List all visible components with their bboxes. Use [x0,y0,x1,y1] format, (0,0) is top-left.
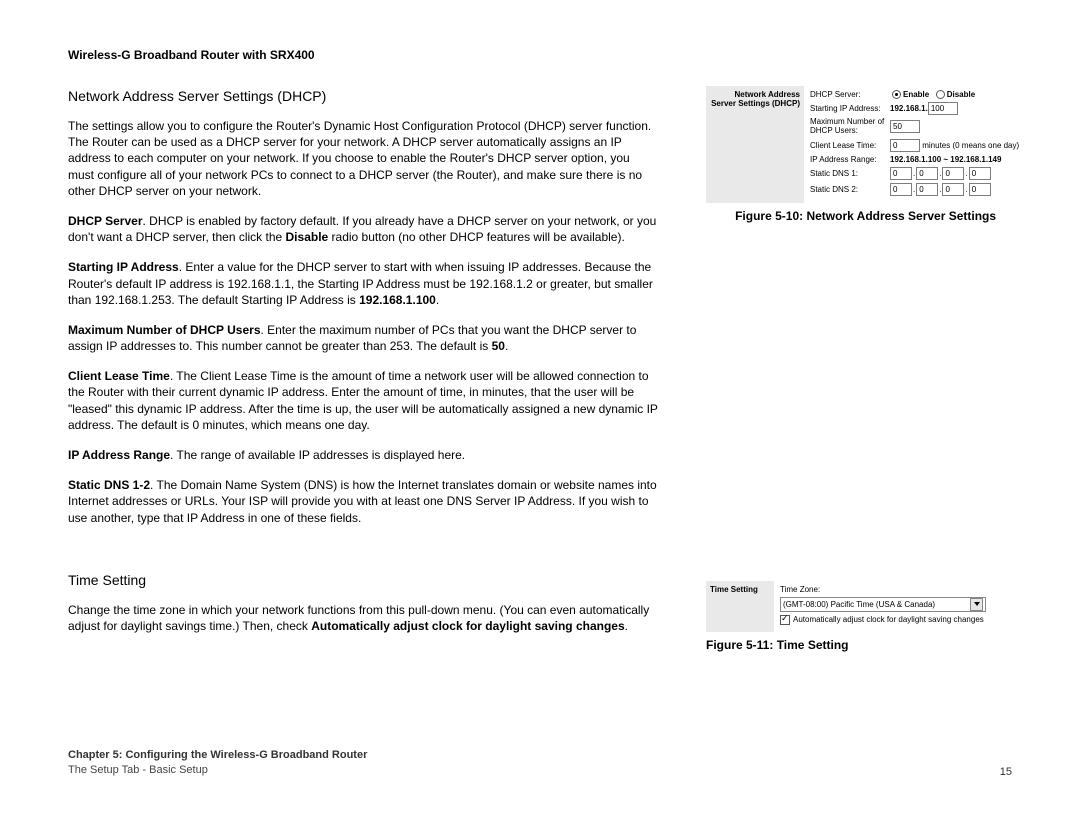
lease-input[interactable]: 0 [890,139,920,152]
starting-ip-label: Starting IP Address [68,260,179,274]
text: radio button (no other DHCP features wil… [328,230,625,244]
starting-ip-paragraph: Starting IP Address. Enter a value for t… [68,259,658,308]
page-number: 15 [1000,766,1012,778]
start-ip-input[interactable]: 100 [928,102,958,115]
page-header: Wireless-G Broadband Router with SRX400 [68,48,1012,62]
lease-time-paragraph: Client Lease Time. The Client Lease Time… [68,368,658,433]
auto-adjust-phrase: Automatically adjust clock for daylight … [311,619,624,633]
dhcp-server-row-label: DHCP Server: [810,90,890,99]
dns1-row-label: Static DNS 1: [810,169,890,178]
text: . [436,293,439,307]
figure-5-11: Time Setting Time Zone: (GMT-08:00) Paci… [706,581,1025,652]
max-users-row-label: Maximum Number ofDHCP Users: [810,118,890,136]
auto-adjust-label: Automatically adjust clock for daylight … [793,615,984,624]
text: . The range of available IP addresses is… [170,448,465,462]
time-setting-paragraph: Change the time zone in which your netwo… [68,602,658,634]
footer-subtitle: The Setup Tab - Basic Setup [68,763,367,778]
disable-word: Disable [286,230,329,244]
max-users-label: Maximum Number of DHCP Users [68,323,261,337]
tz-row-label: Time Zone: [780,585,820,594]
section-title-dhcp: Network Address Server Settings (DHCP) [68,88,658,104]
figure-5-11-caption: Figure 5-11: Time Setting [706,638,1025,652]
dhcp-server-paragraph: DHCP Server. DHCP is enabled by factory … [68,213,658,245]
max-users-paragraph: Maximum Number of DHCP Users. Enter the … [68,322,658,354]
chevron-down-icon [970,598,983,611]
static-dns-paragraph: Static DNS 1-2. The Domain Name System (… [68,477,658,526]
max-users-default: 50 [492,339,505,353]
disable-label: Disable [947,90,975,99]
figure-5-10: Network Address Server Settings (DHCP) D… [706,86,1025,223]
panel2-label: Time Setting [706,581,774,632]
dns1-oct1[interactable]: 0 [890,167,912,180]
max-users-input[interactable]: 50 [890,120,920,133]
start-ip-row-label: Starting IP Address: [810,104,890,113]
footer-chapter: Chapter 5: Configuring the Wireless-G Br… [68,748,367,763]
timezone-value: (GMT-08:00) Pacific Time (USA & Canada) [783,598,935,611]
lease-suffix: minutes (0 means one day) [922,141,1019,150]
auto-adjust-checkbox[interactable] [780,615,790,625]
enable-radio[interactable] [892,90,901,99]
dns2-row-label: Static DNS 2: [810,185,890,194]
dns2-oct1[interactable]: 0 [890,183,912,196]
dns2-oct4[interactable]: 0 [969,183,991,196]
disable-radio[interactable] [936,90,945,99]
dns2-oct2[interactable]: 0 [916,183,938,196]
starting-ip-default: 192.168.1.100 [359,293,436,307]
dns1-oct2[interactable]: 0 [916,167,938,180]
enable-label: Enable [903,90,929,99]
dns1-oct4[interactable]: 0 [969,167,991,180]
panel-label: Network Address Server Settings (DHCP) [706,86,804,203]
dns2-oct3[interactable]: 0 [942,183,964,196]
range-row-label: IP Address Range: [810,155,890,164]
section-title-time: Time Setting [68,572,658,588]
dns1-oct3[interactable]: 0 [942,167,964,180]
text: . [505,339,508,353]
text: . The Domain Name System (DNS) is how th… [68,478,657,524]
static-dns-label: Static DNS 1-2 [68,478,150,492]
intro-paragraph: The settings allow you to configure the … [68,118,658,199]
ip-range-paragraph: IP Address Range. The range of available… [68,447,658,463]
lease-time-label: Client Lease Time [68,369,170,383]
lease-row-label: Client Lease Time: [810,141,890,150]
dhcp-server-label: DHCP Server [68,214,142,228]
ip-range-label: IP Address Range [68,448,170,462]
figure-5-10-caption: Figure 5-10: Network Address Server Sett… [706,209,1025,223]
text: . [625,619,628,633]
timezone-select[interactable]: (GMT-08:00) Pacific Time (USA & Canada) [780,597,986,612]
range-value: 192.168.1.100 ~ 192.168.1.149 [890,155,1001,164]
start-ip-prefix: 192.168.1. [890,104,928,113]
page-footer: Chapter 5: Configuring the Wireless-G Br… [68,748,1012,778]
